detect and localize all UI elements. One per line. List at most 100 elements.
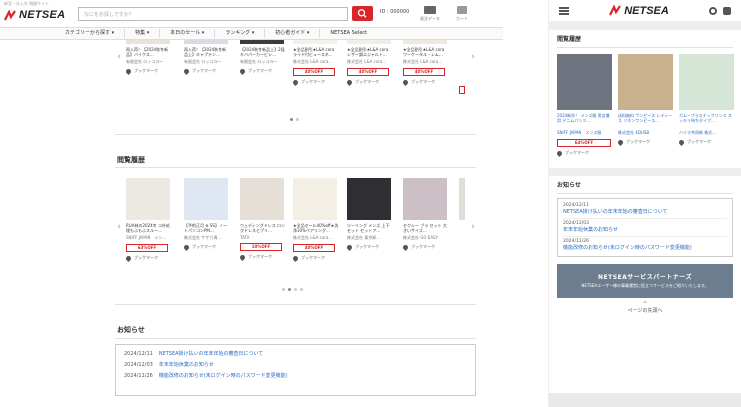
news-item[interactable]: 2024/11/26 機能改修のお知らせ(未ログイン時のパスワード変更機能)	[563, 239, 727, 254]
news-item[interactable]: 2024/12/11 NETSEA掛け払いの年末年始の審査日について	[563, 203, 727, 219]
shop-name: 有限会社 ロッコヨー	[240, 59, 278, 64]
product-card[interactable]: 【予約正月 ⊕ SS】ノートパソコンPM… 株式会社 サザカ現… ブックマーク	[182, 178, 230, 251]
shop-name: 有限会社 ロッコヨー	[184, 59, 222, 64]
bookmark-button[interactable]: ブックマーク	[345, 243, 393, 251]
news-item[interactable]: 2024/12/03 年末年始休業のお知らせ	[124, 360, 467, 371]
bookmark-label: ブックマーク	[301, 79, 325, 84]
bookmark-label: ブックマーク	[134, 68, 158, 73]
nav-beginner-guide[interactable]: 初心者ガイド ▾	[265, 29, 321, 38]
carousel-next-arrow[interactable]: ›	[469, 52, 477, 62]
carousel-dot[interactable]	[290, 118, 293, 121]
bookmark-button[interactable]: ブックマーク	[345, 78, 393, 86]
menu-icon[interactable]	[559, 6, 569, 15]
mobile-news-list: 2024/12/11 NETSEA掛け払いの年末年始の審査日について 2024/…	[557, 198, 733, 257]
carousel-dot[interactable]	[294, 288, 297, 291]
heart-icon	[291, 78, 300, 86]
product-card[interactable]: セクシー ブラ セット 大きいサイズ… 株式会社 GO EASY ブックマーク	[401, 178, 449, 251]
mobile-logo[interactable]: NETSEA	[609, 5, 669, 17]
section-band	[549, 168, 741, 176]
bookmark-button[interactable]: ブックマーク	[182, 67, 230, 75]
bookmark-button[interactable]: ブックマーク	[401, 78, 449, 86]
news-item[interactable]: 2024/12/11 NETSEA掛け払いの年末年始の審査日について	[124, 349, 467, 360]
heart-icon	[616, 138, 625, 146]
bookmark-label: ブックマーク	[355, 79, 379, 84]
shop-name: 株式会社 GO EASY	[403, 235, 439, 240]
bookmark-button[interactable]: ブックマーク	[238, 253, 286, 261]
nav-netsea-select[interactable]: NETSEA Select	[320, 29, 377, 38]
search-input[interactable]: なにをお探しですか？	[78, 7, 348, 21]
news-link[interactable]: NETSEA掛け払いの年末年始の審査日について	[563, 208, 727, 215]
nav-today-sale[interactable]: 本日のセール ▾	[160, 29, 216, 38]
shop-name: 株式会社 東京卸…	[347, 235, 381, 240]
product-card[interactable]: 送料無料 ワンピース レディース リネンワンピース… 株式会社 4DUSB ブッ…	[616, 54, 673, 156]
bookmark-label: ブックマーク	[192, 68, 216, 73]
history-next-arrow[interactable]: ›	[469, 222, 477, 232]
page-top-link[interactable]: ^ ページの先頭へ	[549, 302, 741, 315]
heart-icon	[124, 254, 133, 262]
discount-badge: 40%OFF	[293, 244, 335, 252]
user-id-selector[interactable]: ID : 000000	[380, 9, 409, 15]
product-card[interactable]: ガムープラスチックリンス スッキリ待ちタイプ… ハリマ共同株 株式… ブックマー…	[677, 54, 734, 156]
section-divider	[115, 338, 476, 339]
product-card[interactable]: ツーリング メンズ 上下セット セットア… 株式会社 東京卸… ブックマーク	[345, 178, 393, 251]
mobile-header-icons	[709, 6, 731, 15]
bookmark-button[interactable]: ブックマーク	[291, 78, 339, 86]
nav-category[interactable]: カテゴリーから探す ▾	[55, 29, 126, 38]
product-card[interactable]: RUA林の2024冬 コ外処理もふもふスルー… SNIFF JAPAN メン… …	[124, 178, 172, 262]
logo-mark-icon	[609, 5, 622, 16]
product-card[interactable]: ウェディングドレス ロングドレスとプリ… TATA 10%OFF ブックマーク	[238, 178, 286, 261]
news-item[interactable]: 2024/11/26 機能改修のお知らせ(未ログイン時のパスワード変更機能)	[124, 371, 467, 382]
bookmark-button[interactable]: ブックマーク	[238, 67, 286, 75]
product-image	[240, 178, 284, 220]
carousel-dots	[290, 118, 299, 121]
news-link[interactable]: 年末年始休業のお知らせ	[159, 360, 214, 371]
news-link[interactable]: 機能改修のお知らせ(未ログイン時のパスワード変更機能)	[563, 244, 727, 251]
product-image	[679, 54, 734, 110]
page-top-label: ページの先頭へ	[627, 308, 663, 314]
nav-ranking[interactable]: ランキング ▾	[215, 29, 266, 38]
carousel-prev-arrow[interactable]: ‹	[115, 52, 123, 62]
cart-icon[interactable]	[723, 6, 731, 15]
bookmark-label: ブックマーク	[687, 139, 711, 144]
bookmark-button[interactable]: ブックマーク	[616, 138, 673, 146]
news-link[interactable]: 年末年始休業のお知らせ	[563, 226, 727, 233]
product-card[interactable]: ★全品セール40%off★洗浄10%ペアリング… 株式会社 L&A cora… …	[291, 178, 339, 262]
carousel-dot[interactable]	[288, 288, 291, 291]
partner-title: NETSEAサービスパートナーズ	[598, 274, 692, 281]
bookmark-button[interactable]: ブックマーク	[401, 243, 449, 251]
search-icon[interactable]	[709, 6, 717, 15]
bookmark-button[interactable]: ブックマーク	[124, 254, 172, 262]
product-card[interactable]: 2024新作！ メンズ服 男女兼用 デニムパンツ… SNIFF JAPAN メン…	[555, 54, 612, 157]
bookmark-button[interactable]: ブックマーク	[677, 138, 734, 146]
bookmark-button[interactable]: ブックマーク	[555, 149, 612, 157]
mobile-news-title: お知らせ	[557, 182, 581, 189]
heart-icon	[401, 78, 410, 86]
carousel-dot[interactable]	[282, 288, 285, 291]
news-link[interactable]: 機能改修のお知らせ(未ログイン時のパスワード変更機能)	[159, 371, 288, 382]
discount-badge: 63%OFF	[126, 244, 168, 252]
product-title: ★全品割引★L&A cora レザー調エジャルト…	[347, 47, 389, 57]
news-link[interactable]: NETSEA掛け払いの年末年始の審査日について	[159, 349, 264, 360]
cart-button[interactable]: カート	[450, 6, 474, 22]
heart-icon	[182, 243, 191, 251]
heart-icon	[124, 67, 133, 75]
bookmark-button[interactable]: ブックマーク	[291, 254, 339, 262]
shop-name: 株式会社 4DUSB	[618, 130, 650, 135]
product-image	[557, 54, 612, 110]
product-title: ウェディングドレス ロングドレスとプリ…	[240, 223, 285, 233]
bookmark-label: ブックマーク	[411, 79, 435, 84]
news-date: 2024/11/26	[124, 373, 153, 379]
purchase-history-button[interactable]: 発注データ	[418, 6, 442, 22]
netsea-logo[interactable]: NETSEA	[4, 9, 65, 21]
history-prev-arrow[interactable]: ‹	[115, 222, 123, 232]
news-item[interactable]: 2024/12/03 年末年始休業のお知らせ	[563, 221, 727, 237]
search-button[interactable]	[352, 6, 373, 21]
bookmark-button[interactable]: ブックマーク	[124, 67, 172, 75]
bookmark-button[interactable]: ブックマーク	[182, 243, 230, 251]
service-partners-banner[interactable]: NETSEAサービスパートナーズ NETSEAユーザー様の事業運営に役立つサービ…	[557, 264, 733, 298]
carousel-dot[interactable]	[296, 118, 299, 121]
carousel-dot[interactable]	[300, 288, 303, 291]
heart-icon	[345, 243, 354, 251]
bookmark-label: ブックマーク	[248, 68, 272, 73]
nav-feature[interactable]: 特集 ▾	[125, 29, 161, 38]
